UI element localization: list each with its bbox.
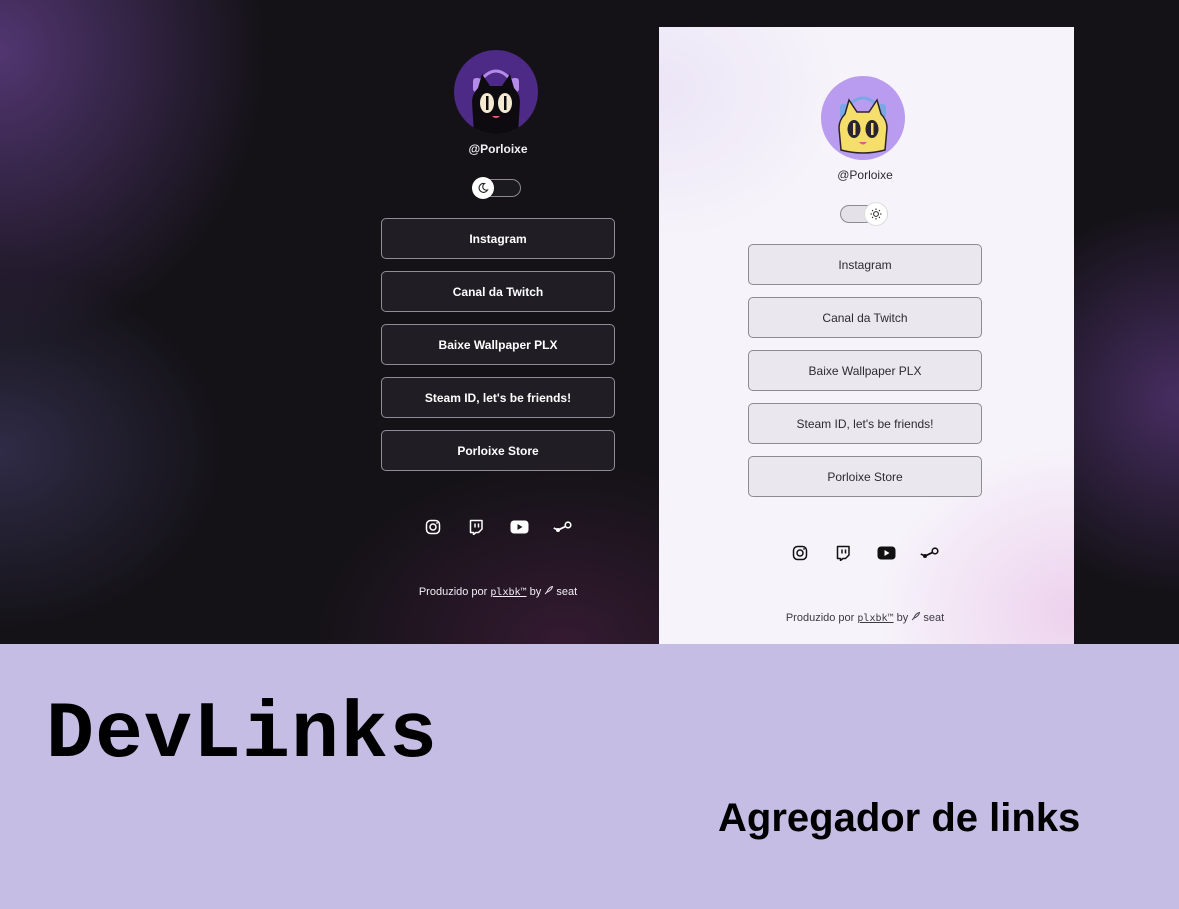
footer-prefix: Produzido por <box>418 586 488 598</box>
twitch-icon[interactable] <box>833 544 853 562</box>
light-theme-preview: @Porloixe Instagram Canal da Twitch Baix… <box>659 27 1074 644</box>
steam-icon[interactable] <box>920 544 940 562</box>
title-banner: DevLinks Agregador de links <box>0 644 1179 909</box>
twitch-icon[interactable] <box>466 518 486 536</box>
social-links <box>423 518 573 536</box>
preview-area: @Porloixe Instagram Canal da Twitch Baix… <box>0 0 1179 644</box>
profile-handle: @Porloixe <box>468 142 528 156</box>
moon-icon <box>472 177 494 199</box>
avatar <box>821 76 905 160</box>
link-button-store[interactable]: Porloixe Store <box>381 430 615 471</box>
theme-toggle[interactable] <box>840 203 888 225</box>
footer-brand-link[interactable]: plxbk™ <box>857 613 893 624</box>
footer-middle: by <box>529 586 542 598</box>
instagram-icon[interactable] <box>790 544 810 562</box>
footer-tail: seat <box>923 612 945 624</box>
link-list: Instagram Canal da Twitch Baixe Wallpape… <box>748 244 982 509</box>
rocket-icon <box>544 585 556 598</box>
link-button-wallpaper[interactable]: Baixe Wallpaper PLX <box>381 324 615 365</box>
social-links <box>790 544 940 562</box>
instagram-icon[interactable] <box>423 518 443 536</box>
link-button-steam[interactable]: Steam ID, let's be friends! <box>748 403 982 444</box>
footer-middle: by <box>896 612 909 624</box>
footer-brand-link[interactable]: plxbk™ <box>490 587 526 598</box>
link-button-instagram[interactable]: Instagram <box>381 218 615 259</box>
footer-tail: seat <box>556 586 578 598</box>
sun-icon <box>865 203 887 225</box>
dark-theme-preview: @Porloixe Instagram Canal da Twitch Baix… <box>379 0 617 644</box>
link-button-instagram[interactable]: Instagram <box>748 244 982 285</box>
light-theme-content: @Porloixe Instagram Canal da Twitch Baix… <box>746 27 984 644</box>
footer-credit: Produzido por plxbk™ by seat <box>379 585 617 598</box>
youtube-icon[interactable] <box>877 544 897 562</box>
footer-prefix: Produzido por <box>785 612 855 624</box>
link-button-store[interactable]: Porloixe Store <box>748 456 982 497</box>
banner-title: DevLinks <box>46 690 439 781</box>
footer-credit: Produzido por plxbk™ by seat <box>746 611 984 624</box>
link-button-wallpaper[interactable]: Baixe Wallpaper PLX <box>748 350 982 391</box>
steam-icon[interactable] <box>553 518 573 536</box>
profile-handle: @Porloixe <box>837 168 893 182</box>
rocket-icon <box>911 611 923 624</box>
link-button-twitch[interactable]: Canal da Twitch <box>748 297 982 338</box>
banner-subtitle: Agregador de links <box>718 796 1081 840</box>
youtube-icon[interactable] <box>510 518 530 536</box>
avatar <box>454 50 538 134</box>
theme-toggle[interactable] <box>472 177 521 199</box>
link-button-twitch[interactable]: Canal da Twitch <box>381 271 615 312</box>
link-list: Instagram Canal da Twitch Baixe Wallpape… <box>381 218 615 483</box>
link-button-steam[interactable]: Steam ID, let's be friends! <box>381 377 615 418</box>
